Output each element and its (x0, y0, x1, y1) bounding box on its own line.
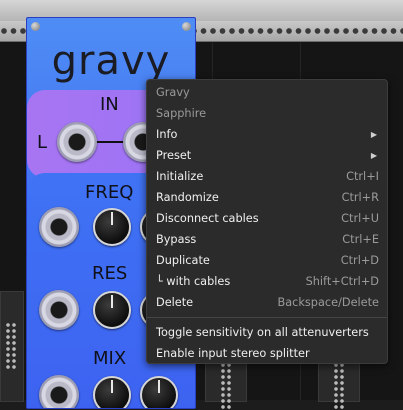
screw-icon (31, 22, 40, 31)
in-label: IN (100, 94, 119, 115)
res-label: RES (92, 263, 128, 284)
freq-attenuverter-knob[interactable] (93, 208, 131, 246)
menu-item-label: Bypass (156, 233, 197, 246)
menu-item-shortcut: Ctrl+E (342, 233, 379, 246)
freq-label: FREQ (85, 182, 134, 203)
neighbor-jacks (220, 362, 232, 410)
mix-attenuverter-knob[interactable] (93, 376, 131, 408)
neighbor-jacks (5, 322, 17, 370)
res-cv-jack[interactable] (39, 290, 79, 330)
menu-item-label: Disconnect cables (156, 212, 259, 225)
menu-item-shortcut: Ctrl+I (346, 170, 379, 183)
screw-icon (182, 22, 191, 31)
freq-cv-jack[interactable] (39, 207, 79, 247)
menu-item-delete[interactable]: Delete Backspace/Delete (147, 292, 387, 313)
input-left-jack[interactable] (57, 122, 97, 162)
menu-item-label: Preset (156, 149, 192, 162)
module-context-menu: Gravy Sapphire Info ▶ Preset ▶ Initializ… (146, 79, 388, 364)
menu-item-label: Initialize (156, 170, 204, 183)
submenu-arrow-icon: ▶ (370, 130, 377, 139)
menu-item-shortcut: Ctrl+R (341, 191, 379, 204)
menu-item-shortcut: Ctrl+U (341, 212, 379, 225)
submenu-arrow-icon: ▶ (370, 151, 377, 160)
mix-label: MIX (93, 348, 127, 369)
menu-item-shortcut: Backspace/Delete (277, 296, 380, 309)
menu-item-disconnect-cables[interactable]: Disconnect cables Ctrl+U (147, 208, 387, 229)
menu-header-brand: Sapphire (156, 107, 207, 120)
menu-item-info[interactable]: Info ▶ (147, 124, 387, 145)
menu-item-toggle-sensitivity[interactable]: Toggle sensitivity on all attenuverters (147, 322, 387, 343)
menu-item-preset[interactable]: Preset ▶ (147, 145, 387, 166)
menu-item-label: Info (156, 128, 178, 141)
menu-item-shortcut: Shift+Ctrl+D (305, 275, 379, 288)
res-attenuverter-knob[interactable] (93, 291, 131, 329)
menu-item-label: Duplicate (156, 254, 210, 267)
menu-item-label: Enable input stereo splitter (156, 347, 310, 360)
mix-knob[interactable] (140, 376, 178, 408)
menu-item-stereo-splitter[interactable]: Enable input stereo splitter (147, 343, 387, 364)
menu-item-label: Toggle sensitivity on all attenuverters (156, 326, 369, 339)
menu-item-randomize[interactable]: Randomize Ctrl+R (147, 187, 387, 208)
module-title: gravy (51, 38, 171, 84)
menu-item-duplicate[interactable]: Duplicate Ctrl+D (147, 250, 387, 271)
neighbor-module-left[interactable] (0, 291, 24, 402)
menu-separator (147, 317, 387, 318)
menu-header-module-name: Gravy (156, 86, 190, 99)
menu-item-label: Delete (156, 296, 194, 309)
mix-cv-jack[interactable] (39, 375, 79, 408)
menu-item-initialize[interactable]: Initialize Ctrl+I (147, 166, 387, 187)
menu-item-bypass[interactable]: Bypass Ctrl+E (147, 229, 387, 250)
menu-item-shortcut: Ctrl+D (340, 254, 379, 267)
menu-item-duplicate-with-cables[interactable]: └ with cables Shift+Ctrl+D (147, 271, 387, 292)
menu-item-label: Randomize (156, 191, 219, 204)
menu-item-label: └ with cables (156, 275, 231, 288)
neighbor-jacks (333, 362, 345, 410)
left-channel-label: L (37, 132, 48, 153)
